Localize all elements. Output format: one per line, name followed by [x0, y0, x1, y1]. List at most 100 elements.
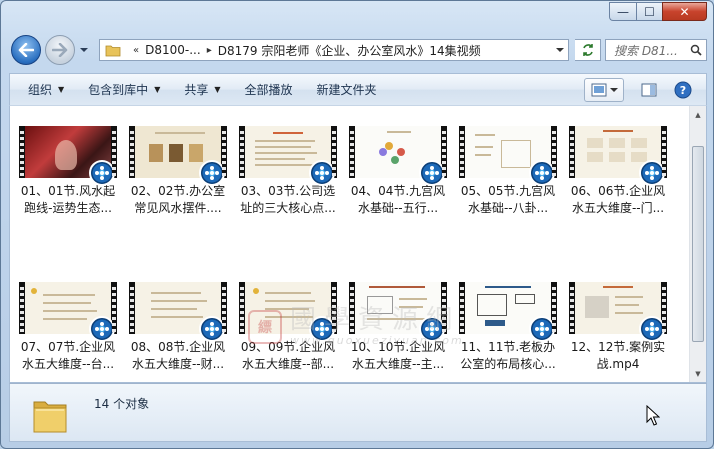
video-thumbnail [239, 282, 337, 342]
video-reel-icon [199, 316, 225, 342]
command-bar: 组织 ▼ 包含到库中 ▼ 共享 ▼ 全部播放 新建文件夹 ? [9, 73, 707, 105]
organize-menu[interactable]: 组织 ▼ [10, 74, 74, 105]
address-dropdown-icon[interactable] [556, 46, 564, 54]
caption-buttons: — ☐ ✕ [609, 2, 707, 21]
mouse-cursor-icon [646, 405, 660, 426]
video-thumbnail [239, 126, 337, 186]
back-arrow-icon [18, 43, 34, 57]
new-folder-button[interactable]: 新建文件夹 [307, 74, 387, 105]
file-item[interactable]: 06、06节.企业风水五大维度--门... [568, 126, 668, 217]
file-name: 08、08节.企业风水五大维度--财... [130, 340, 226, 371]
video-reel-icon [309, 316, 335, 342]
file-item[interactable]: 11、11节.老板办公室的布局核心... [458, 282, 558, 373]
video-reel-icon [89, 160, 115, 186]
video-reel-icon [309, 160, 335, 186]
item-count: 14 个对象 [94, 397, 150, 411]
share-label: 共享 [184, 83, 209, 97]
minimize-button[interactable]: — [609, 2, 636, 21]
explorer-window: — ☐ ✕ « D8100-... ▸ D8179 宗阳老师《企业、办公室风水》… [0, 0, 714, 449]
video-thumbnail [569, 126, 667, 186]
change-view-button[interactable] [584, 78, 624, 102]
play-all-label: 全部播放 [244, 83, 293, 97]
video-reel-icon [419, 160, 445, 186]
video-reel-icon [199, 160, 225, 186]
file-item[interactable]: 08、08节.企业风水五大维度--财... [128, 282, 228, 373]
video-reel-icon [529, 160, 555, 186]
chevron-down-icon [609, 88, 618, 92]
file-item[interactable]: 05、05节.九宫风水基础--八卦... [458, 126, 558, 217]
video-reel-icon [89, 316, 115, 342]
new-folder-label: 新建文件夹 [316, 83, 377, 97]
search-box[interactable]: 搜索 D81... [605, 39, 707, 61]
video-thumbnail [459, 282, 557, 342]
search-icon[interactable] [686, 44, 706, 56]
close-button[interactable]: ✕ [662, 2, 707, 21]
file-item[interactable]: 02、02节.办公室常见风水摆件.... [128, 126, 228, 217]
video-thumbnail [129, 282, 227, 342]
breadcrumb-overflow-icon[interactable]: « [133, 45, 139, 56]
file-item[interactable]: 09、09节.企业风水五大维度--部... [238, 282, 338, 373]
breadcrumb-separator-icon[interactable]: ▸ [207, 45, 212, 56]
file-name: 04、04节.九宫风水基础--五行... [350, 184, 446, 215]
maximize-button[interactable]: ☐ [636, 2, 662, 21]
video-thumbnail [19, 126, 117, 186]
video-thumbnail [459, 126, 557, 186]
file-item[interactable]: 03、03节.公司选址的三大核心点... [238, 126, 338, 217]
video-thumbnail [349, 126, 447, 186]
back-button[interactable] [11, 35, 41, 65]
large-icons-view-icon [591, 83, 606, 97]
file-item[interactable]: 07、07节.企业风水五大维度--台... [18, 282, 118, 373]
preview-pane-button[interactable] [636, 78, 662, 102]
file-name: 09、09节.企业风水五大维度--部... [240, 340, 336, 371]
address-row: « D8100-... ▸ D8179 宗阳老师《企业、办公室风水》14集视频 … [9, 33, 707, 67]
video-thumbnail [129, 126, 227, 186]
help-button[interactable]: ? [670, 78, 696, 102]
refresh-icon [582, 44, 593, 56]
video-reel-icon [639, 160, 665, 186]
include-in-library-menu[interactable]: 包含到库中 ▼ [78, 74, 170, 105]
play-all-button[interactable]: 全部播放 [235, 74, 303, 105]
folder-icon [105, 45, 121, 56]
svg-text:?: ? [680, 84, 686, 97]
folder-icon [33, 401, 67, 433]
video-reel-icon [529, 316, 555, 342]
file-name: 01、01节.风水起跑线-运势生态... [20, 184, 116, 215]
video-thumbnail [19, 282, 117, 342]
file-name: 05、05节.九宫风水基础--八卦... [460, 184, 556, 215]
scrollbar-thumb[interactable] [692, 146, 704, 342]
file-name: 10、10节.企业风水五大维度--主... [350, 340, 446, 371]
preview-pane-icon [641, 83, 657, 97]
include-in-library-label: 包含到库中 [88, 83, 149, 97]
view-controls: ? [584, 78, 696, 102]
chevron-down-icon: ▼ [154, 85, 161, 94]
file-item[interactable]: 01、01节.风水起跑线-运势生态... [18, 126, 118, 217]
file-name: 03、03节.公司选址的三大核心点... [240, 184, 336, 215]
search-input[interactable]: 搜索 D81... [614, 42, 686, 59]
file-name: 06、06节.企业风水五大维度--门... [570, 184, 666, 215]
file-item[interactable]: 04、04节.九宫风水基础--五行... [348, 126, 448, 217]
address-bar[interactable]: « D8100-... ▸ D8179 宗阳老师《企业、办公室风水》14集视频 [99, 39, 569, 61]
video-reel-icon [419, 316, 445, 342]
file-item[interactable]: 10、10节.企业风水五大维度--主... [348, 282, 448, 373]
breadcrumb-item-parent[interactable]: D8100-... [145, 43, 201, 57]
file-name: 02、02节.办公室常见风水摆件.... [130, 184, 226, 215]
video-reel-icon [639, 316, 665, 342]
scroll-up-icon[interactable]: ▲ [690, 106, 706, 123]
breadcrumb-item-current[interactable]: D8179 宗阳老师《企业、办公室风水》14集视频 [218, 42, 481, 59]
file-name: 07、07节.企业风水五大维度--台... [20, 340, 116, 371]
share-menu[interactable]: 共享 ▼ [174, 74, 230, 105]
file-list: 01、01节.风水起跑线-运势生态... 02、02节.办公室常见风水摆件...… [9, 105, 707, 383]
details-pane: 14 个对象 [9, 383, 707, 442]
scroll-down-icon[interactable]: ▼ [690, 365, 706, 382]
forward-arrow-icon [52, 43, 68, 57]
help-icon: ? [674, 81, 692, 99]
chevron-down-icon: ▼ [214, 85, 221, 94]
recent-pages-dropdown-icon[interactable] [79, 45, 89, 55]
vertical-scrollbar[interactable]: ▲ ▼ [689, 106, 706, 382]
forward-button[interactable] [45, 35, 75, 65]
file-name: 11、11节.老板办公室的布局核心... [460, 340, 556, 371]
refresh-button[interactable] [575, 39, 601, 61]
file-item[interactable]: 12、12节.案例实战.mp4 [568, 282, 668, 373]
chevron-down-icon: ▼ [58, 85, 65, 94]
video-thumbnail [569, 282, 667, 342]
